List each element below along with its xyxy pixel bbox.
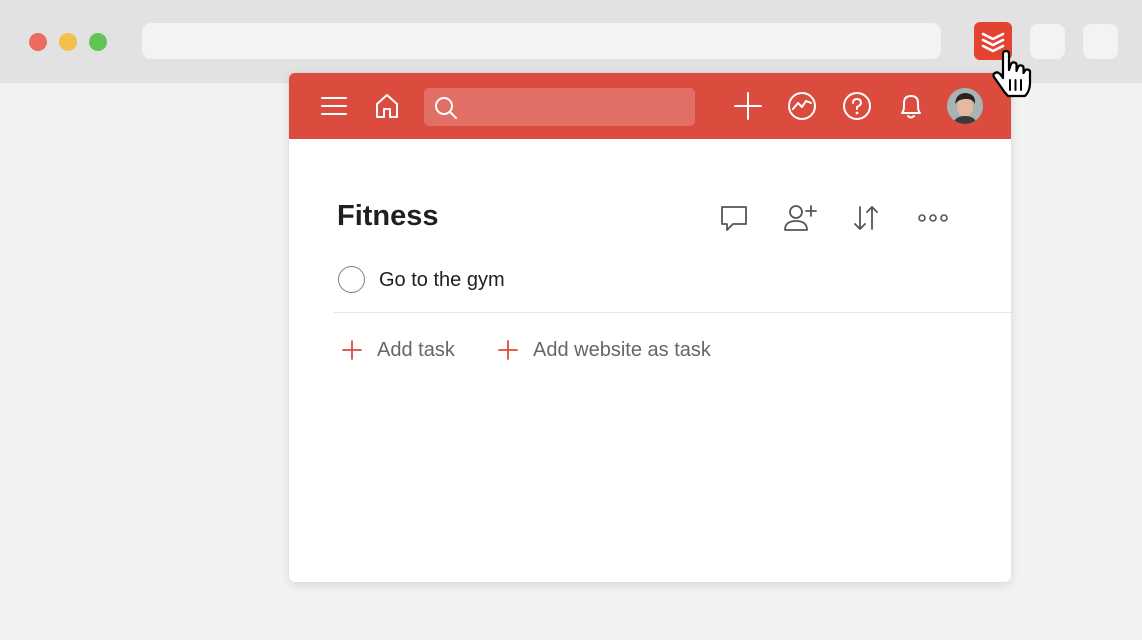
add-task-label: Add task (377, 338, 455, 361)
home-icon[interactable] (371, 90, 403, 122)
address-bar[interactable] (142, 23, 941, 59)
sort-icon[interactable] (849, 201, 883, 235)
help-icon[interactable] (841, 90, 873, 122)
task-content[interactable]: Go to the gym (379, 269, 505, 292)
task-checkbox[interactable] (338, 266, 365, 293)
task-item[interactable]: Go to the gym (334, 263, 1011, 313)
project-title: Fitness (337, 200, 439, 232)
add-icon[interactable] (732, 90, 764, 122)
plus-icon (498, 340, 518, 360)
share-icon[interactable] (783, 201, 817, 235)
more-icon[interactable] (916, 201, 950, 235)
window-maximize-button[interactable] (89, 33, 107, 51)
popup-topbar (289, 73, 1011, 139)
window-close-button[interactable] (29, 33, 47, 51)
productivity-icon[interactable] (786, 90, 818, 122)
comment-icon[interactable] (717, 201, 751, 235)
window-minimize-button[interactable] (59, 33, 77, 51)
plus-icon (342, 340, 362, 360)
search-bar[interactable] (424, 88, 695, 126)
notifications-icon[interactable] (895, 90, 927, 122)
search-input[interactable] (464, 88, 689, 126)
search-icon (435, 97, 457, 119)
add-task-button[interactable]: Add task (341, 335, 455, 365)
add-website-as-task-button[interactable]: Add website as task (497, 335, 711, 365)
add-website-label: Add website as task (533, 338, 711, 361)
hand-cursor-icon (992, 50, 1032, 98)
todoist-popup: Fitness Go to the gym Add task Add websi… (289, 73, 1011, 582)
menu-icon[interactable] (318, 90, 350, 122)
extension-slot[interactable] (1083, 24, 1118, 59)
avatar[interactable] (947, 88, 983, 124)
browser-toolbar (0, 0, 1142, 83)
